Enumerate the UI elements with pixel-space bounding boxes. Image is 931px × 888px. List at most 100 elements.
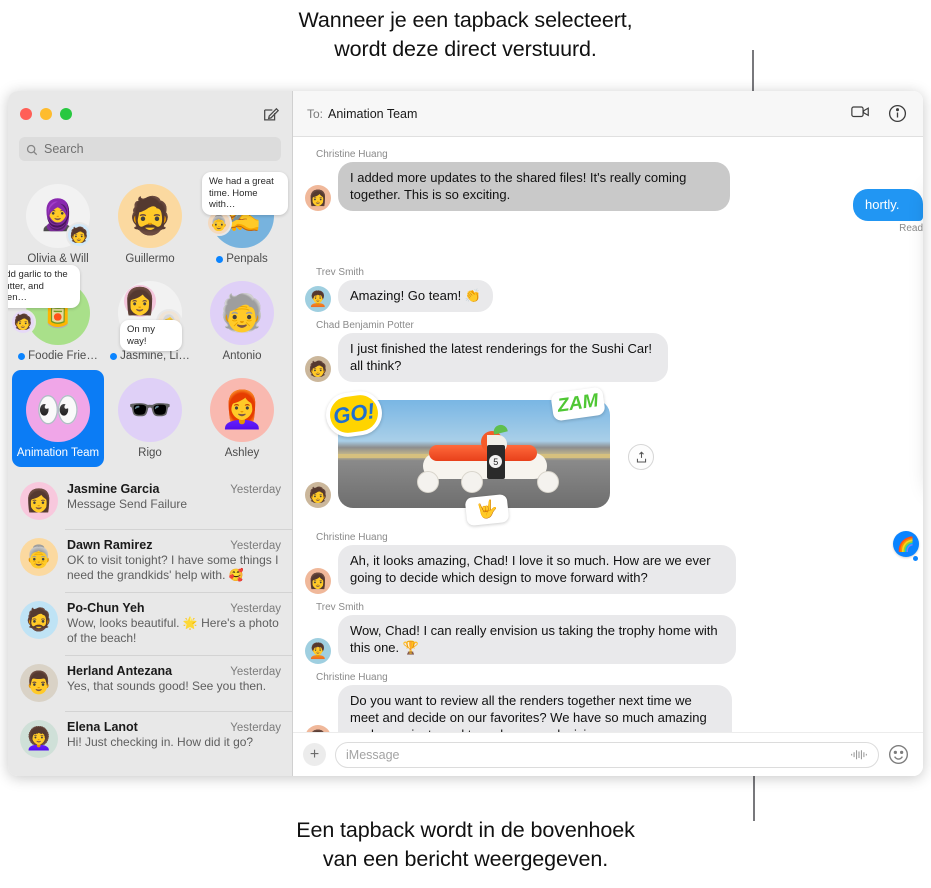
search-input[interactable]: Search: [19, 137, 281, 161]
list-item-body: Herland Antezana Yesterday Yes, that sou…: [67, 664, 281, 702]
sticker-hand-heart[interactable]: 🤟: [464, 493, 510, 527]
list-item[interactable]: 👩‍🦱 Elena Lanot Yesterday Hi! Just check…: [8, 711, 292, 767]
message-composer: + iMessage: [293, 732, 923, 776]
pinned-item-label: Olivia & Will: [27, 253, 89, 265]
search-placeholder: Search: [44, 142, 84, 156]
pinned-item-animation-team[interactable]: 👀 Animation Team: [12, 370, 104, 467]
message-thread: Christine Huang 👩 I added more updates t…: [293, 137, 923, 732]
pinned-message-preview: Add garlic to the butter, and then…: [8, 265, 80, 308]
caption-bottom: Een tapback wordt in de bovenhoek van ee…: [0, 816, 931, 874]
pinned-item-antonio[interactable]: 🧓 Antonio: [196, 273, 288, 370]
tapback-badge-rainbow[interactable]: 🌈: [893, 531, 919, 561]
avatar: 🧑‍🦱: [305, 638, 331, 664]
avatar: 👩: [305, 568, 331, 594]
pinned-item-ashley[interactable]: 👩‍🦰 Ashley: [196, 370, 288, 467]
conversation-list: 👩 Jasmine Garcia Yesterday Message Send …: [8, 471, 292, 776]
list-item-header: Jasmine Garcia Yesterday: [67, 482, 281, 496]
pinned-message-preview: We had a great time. Home with…: [202, 172, 288, 215]
contact-name: Elena Lanot: [67, 720, 138, 734]
emoji-picker-icon[interactable]: [888, 744, 909, 765]
avatar: 🥫 🧑 Add garlic to the butter, and then…: [8, 265, 90, 345]
thread-recipient: Animation Team: [328, 106, 418, 121]
video-camera-icon[interactable]: [851, 104, 870, 123]
zoom-button[interactable]: [60, 108, 72, 120]
message-sender: Christine Huang: [316, 672, 388, 683]
message-bubble-sent[interactable]: hortly.: [853, 189, 923, 221]
pinned-item-label: Antonio: [222, 350, 262, 362]
message-bubble[interactable]: Wow, Chad! I can really envision us taki…: [338, 615, 736, 664]
timestamp: Yesterday: [230, 484, 281, 496]
compose-icon[interactable]: [262, 105, 280, 123]
message-snippet: Hi! Just checking in. How did it go?: [67, 735, 254, 749]
message-row: 👩 I added more updates to the shared fil…: [305, 162, 909, 211]
sidebar-titlebar: [8, 91, 292, 137]
list-item[interactable]: 🧔 Po-Chun Yeh Yesterday Wow, looks beaut…: [8, 592, 292, 655]
avatar: ✍️ 👵 We had a great time. Home with…: [202, 172, 288, 248]
caption-top-line-1: Wanneer je een tapback selecteert,: [298, 8, 633, 32]
add-attachment-button[interactable]: +: [303, 743, 326, 766]
avatar: 🧔: [118, 184, 182, 248]
pinned-item-penpals[interactable]: ✍️ 👵 We had a great time. Home with… Pen…: [196, 172, 288, 273]
caption-top: Wanneer je een tapback selecteert, wordt…: [0, 6, 931, 64]
conversation-pane: To: Animation Team Christine Huang 👩 I a…: [293, 91, 923, 776]
pinned-item-olivia-will[interactable]: 🧕 🧑 Olivia & Will: [12, 176, 104, 273]
image-attachment[interactable]: 5 GO! ZAM 🤟: [323, 386, 654, 527]
message-bubble[interactable]: Ah, it looks amazing, Chad! I love it so…: [338, 545, 736, 594]
avatar: 👵: [20, 538, 58, 576]
pinned-item-label: Ashley: [224, 447, 260, 459]
list-item-body: Dawn Ramirez Yesterday OK to visit tonig…: [67, 538, 281, 583]
minimize-button[interactable]: [40, 108, 52, 120]
avatar: 👀: [26, 378, 90, 442]
pinned-item-label: Guillermo: [125, 253, 175, 265]
avatar: 🧓: [210, 281, 274, 345]
imessage-placeholder: iMessage: [346, 747, 400, 762]
avatar-secondary: 🧑: [66, 222, 92, 248]
message-bubble[interactable]: I just finished the latest renderings fo…: [338, 333, 668, 382]
timestamp: Yesterday: [230, 722, 281, 734]
list-item-header: Herland Antezana Yesterday: [67, 664, 281, 678]
message-bubble[interactable]: Do you want to review all the renders to…: [338, 685, 732, 732]
message-row: 👩 Ah, it looks amazing, Chad! I love it …: [305, 531, 919, 594]
audio-waveform-icon[interactable]: [850, 748, 868, 762]
imessage-input[interactable]: iMessage: [335, 741, 879, 768]
avatar: 👩: [20, 482, 58, 520]
message-group: Christine Huang 👩 I added more updates t…: [305, 143, 909, 213]
avatar: 👩‍🦰: [210, 378, 274, 442]
pinned-item-rigo[interactable]: 🕶️ Rigo: [104, 370, 196, 467]
list-item[interactable]: 👩 Jasmine Garcia Yesterday Message Send …: [8, 473, 292, 529]
save-attachment-icon[interactable]: [628, 444, 654, 470]
to-label: To:: [307, 106, 324, 121]
pinned-item-jasmine-li[interactable]: 👩 👩‍🦳 On my way! Jasmine, Li…: [104, 273, 196, 370]
message-snippet: OK to visit tonight? I have some things …: [67, 553, 279, 582]
thread-header: To: Animation Team: [293, 91, 923, 137]
search-container: Search: [8, 137, 292, 170]
pinned-message-preview: On my way!: [120, 320, 182, 351]
sushi-car-graphic: 5: [409, 423, 565, 493]
list-item-body: Elena Lanot Yesterday Hi! Just checking …: [67, 720, 281, 758]
window-controls: [20, 108, 72, 120]
avatar: 👩: [305, 725, 331, 732]
avatar: 🧑: [305, 482, 331, 508]
message-row: 🧑‍🦱 Amazing! Go team! 👏: [305, 280, 909, 312]
list-item-body: Po-Chun Yeh Yesterday Wow, looks beautif…: [67, 601, 281, 646]
close-button[interactable]: [20, 108, 32, 120]
message-sender: Trev Smith: [316, 267, 364, 278]
list-item[interactable]: 👨 Herland Antezana Yesterday Yes, that s…: [8, 655, 292, 711]
header-actions: [851, 104, 907, 123]
sent-message-group: hortly. Read: [853, 189, 923, 234]
message-row: 👩 Do you want to review all the renders …: [305, 685, 909, 732]
timestamp: Yesterday: [230, 666, 281, 678]
message-row: 🧑 I just finished the latest renderings …: [305, 333, 909, 382]
message-bubble[interactable]: Amazing! Go team! 👏: [338, 280, 494, 312]
avatar: 🧕 🧑: [26, 184, 92, 248]
info-icon[interactable]: [888, 104, 907, 123]
timestamp: Yesterday: [230, 603, 281, 615]
list-item[interactable]: 👵 Dawn Ramirez Yesterday OK to visit ton…: [8, 529, 292, 592]
pinned-item-label: Foodie Frie…: [18, 350, 98, 362]
avatar: 👨: [20, 664, 58, 702]
pinned-item-foodie-friends[interactable]: 🥫 🧑 Add garlic to the butter, and then… …: [8, 265, 104, 370]
avatar-secondary: 🧑: [10, 309, 36, 335]
message-bubble[interactable]: I added more updates to the shared files…: [338, 162, 730, 211]
list-item-header: Po-Chun Yeh Yesterday: [67, 601, 281, 615]
pinned-item-guillermo[interactable]: 🧔 Guillermo: [104, 176, 196, 273]
